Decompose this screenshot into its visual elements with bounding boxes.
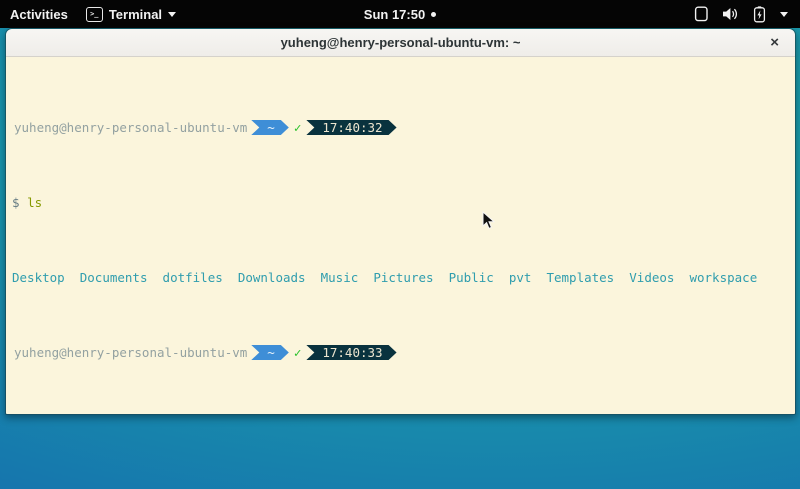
activities-button[interactable]: Activities: [10, 7, 68, 22]
volume-icon: [722, 6, 739, 22]
command-line: $ ls: [6, 195, 795, 210]
display-icon: [694, 6, 709, 22]
top-bar: Activities >_ Terminal Sun 17:50: [0, 0, 800, 28]
directory-name: Music: [321, 270, 359, 285]
window-title: yuheng@henry-personal-ubuntu-vm: ~: [281, 35, 521, 50]
prompt-path: ~: [267, 345, 275, 360]
terminal-window: yuheng@henry-personal-ubuntu-vm: ~ × yuh…: [5, 28, 796, 415]
directory-name: Public: [449, 270, 494, 285]
chevron-down-icon: [780, 12, 788, 17]
directory-name: Desktop: [12, 270, 65, 285]
battery-charging-icon: [752, 6, 767, 23]
terminal-icon: >_: [86, 7, 103, 22]
notification-dot-icon: [431, 12, 436, 17]
directory-name: pvt: [509, 270, 532, 285]
top-bar-left: Activities >_ Terminal: [0, 7, 176, 22]
clock-label: Sun 17:50: [364, 7, 425, 22]
directory-name: dotfiles: [163, 270, 223, 285]
prompt-time-segment: 17:40:33: [306, 345, 396, 360]
prompt-dollar: $: [12, 195, 20, 210]
prompt-time-segment: 17:40:32: [306, 120, 396, 135]
terminal-content[interactable]: yuheng@henry-personal-ubuntu-vm ~ ✓ 17:4…: [6, 57, 795, 415]
command-text: ls: [27, 195, 42, 210]
chevron-down-icon: [168, 12, 176, 17]
prompt-user: yuheng@henry-personal-ubuntu-vm: [14, 345, 247, 360]
app-menu-terminal[interactable]: >_ Terminal: [86, 7, 176, 22]
desktop: Activities >_ Terminal Sun 17:50: [0, 0, 800, 489]
directory-name: Downloads: [238, 270, 306, 285]
prompt-time: 17:40:32: [322, 120, 382, 135]
prompt-user: yuheng@henry-personal-ubuntu-vm: [14, 120, 247, 135]
prompt-time: 17:40:33: [322, 345, 382, 360]
prompt-line: yuheng@henry-personal-ubuntu-vm ~ ✓ 17:4…: [6, 120, 795, 135]
close-button[interactable]: ×: [766, 29, 783, 56]
prompt-path-segment: ~: [251, 345, 289, 360]
window-titlebar[interactable]: yuheng@henry-personal-ubuntu-vm: ~ ×: [6, 29, 795, 57]
prompt-line: yuheng@henry-personal-ubuntu-vm ~ ✓ 17:4…: [6, 345, 795, 360]
directory-name: workspace: [689, 270, 757, 285]
prompt-path-segment: ~: [251, 120, 289, 135]
ls-output-line: Desktop Documents dotfiles Downloads Mus…: [6, 270, 795, 285]
directory-name: Templates: [546, 270, 614, 285]
directory-name: Documents: [80, 270, 148, 285]
activities-label: Activities: [10, 7, 68, 22]
status-ok-icon: ✓: [294, 120, 302, 135]
directory-name: Pictures: [373, 270, 433, 285]
app-menu-label: Terminal: [109, 7, 162, 22]
prompt-path: ~: [267, 120, 275, 135]
system-menu-button[interactable]: [694, 6, 800, 23]
status-ok-icon: ✓: [294, 345, 302, 360]
directory-name: Videos: [629, 270, 674, 285]
